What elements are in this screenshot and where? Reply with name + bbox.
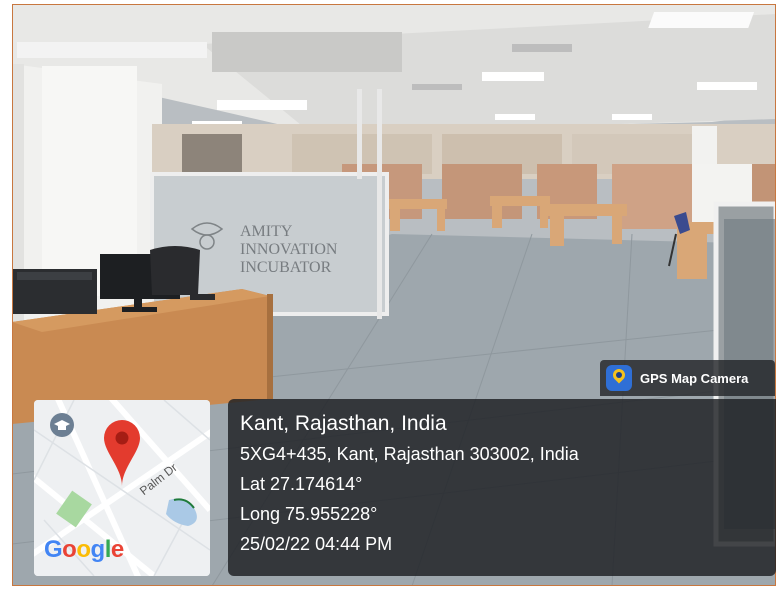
longitude-line: Long 75.955228° [240,504,378,524]
gps-map-camera-app-icon [606,365,632,391]
map-thumbnail: Palm Dr Google [34,400,210,576]
datetime-line: 25/02/22 04:44 PM [240,534,393,554]
glass-sign-line-1: AMITY [240,223,293,240]
gps-map-camera-header: GPS Map Camera [600,360,775,396]
google-logo: Google [44,536,124,563]
education-place-icon [50,413,74,437]
latitude-line: Lat 27.174614° [240,474,363,494]
glass-sign-line-2: INNOVATION [240,241,338,258]
place-name: Kant, Rajasthan, India [240,412,447,435]
glass-sign-line-3: INCUBATOR [240,259,332,276]
location-info-panel: Kant, Rajasthan, India 5XG4+435, Kant, R… [228,399,776,576]
app-name: GPS Map Camera [640,370,749,386]
address-line: 5XG4+435, Kant, Rajasthan 303002, India [240,444,579,464]
